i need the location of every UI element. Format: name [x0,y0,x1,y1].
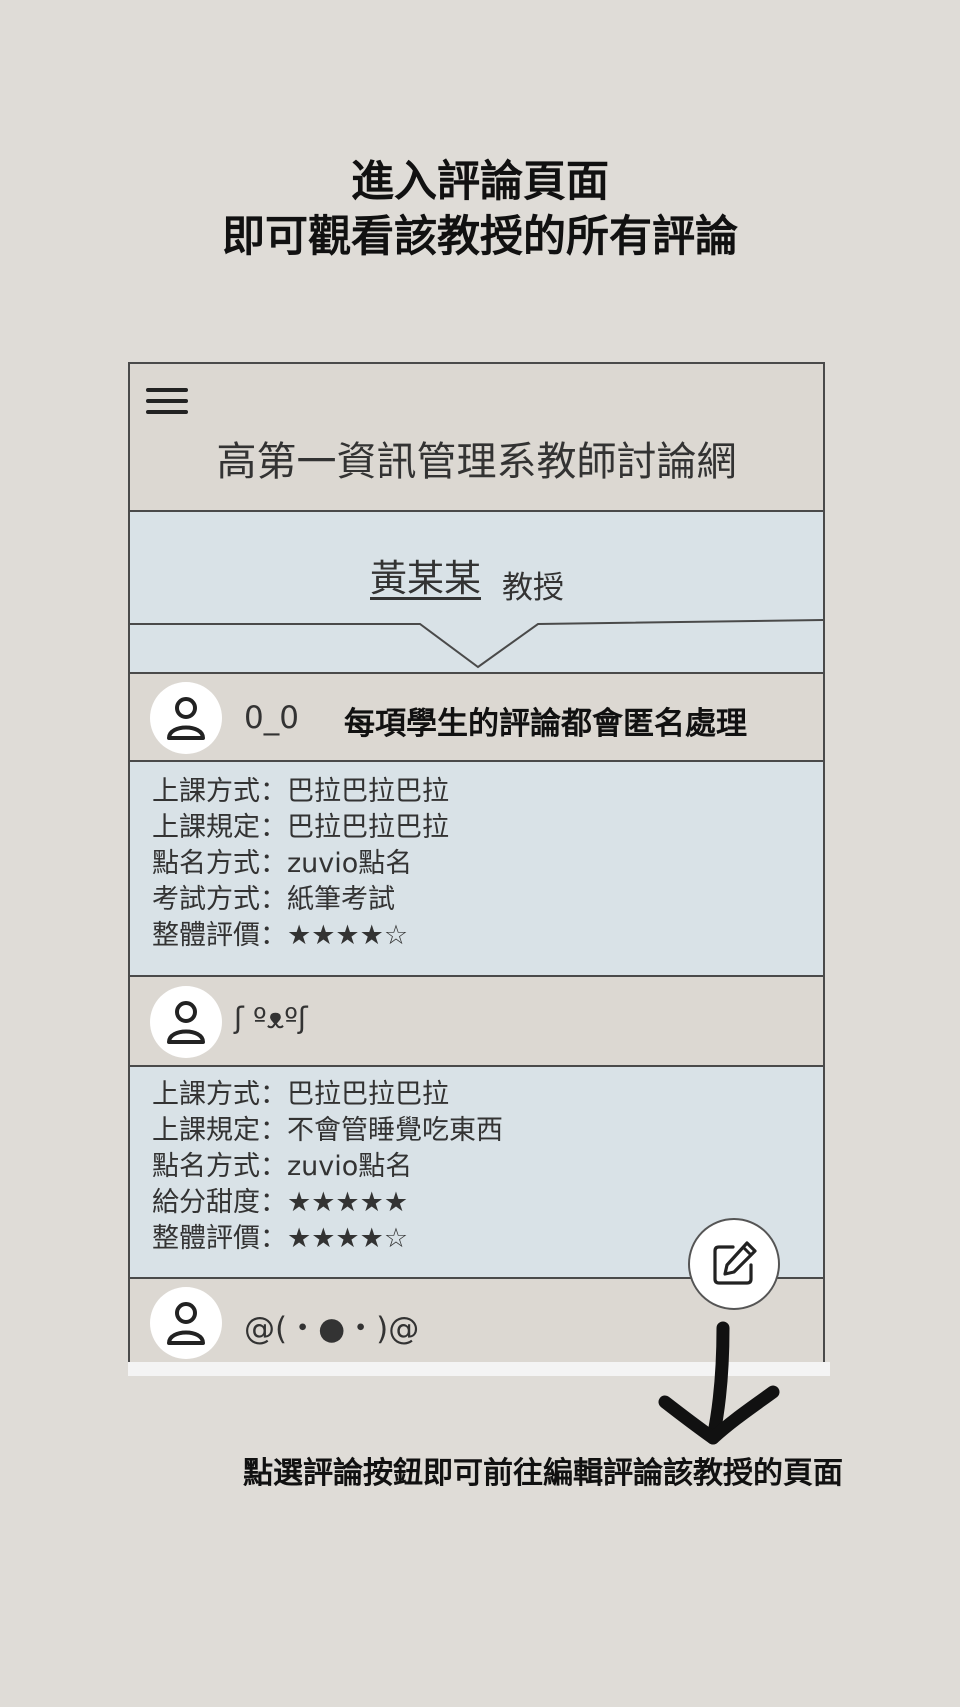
review-line: 上課規定：巴拉巴拉巴拉 [152,812,449,843]
review-line: 點名方式：zuvio點名 [152,848,413,879]
professor-title: 教授 [502,570,564,606]
edit-review-button[interactable] [688,1218,780,1310]
bottom-caption: 點選評論按鈕即可前往編輯評論該教授的頁面 [243,1456,843,1491]
user-avatar-icon [150,682,222,754]
review-line: 上課方式：巴拉巴拉巴拉 [152,1079,449,1110]
user-avatar-icon [150,1287,222,1359]
anonymous-note: 每項學生的評論都會匿名處理 [344,706,747,742]
review-body: 上課方式：巴拉巴拉巴拉 上課規定：巴拉巴拉巴拉 點名方式：zuvio點名 考試方… [130,762,823,977]
review-user-row: 0_0 每項學生的評論都會匿名處理 [130,674,823,762]
hamburger-menu-icon[interactable] [146,388,188,418]
review-line: 點名方式：zuvio點名 [152,1151,413,1182]
app-header: 高第一資訊管理系教師討論網 [130,364,823,512]
user-avatar-icon [150,986,222,1058]
page-heading: 進入評論頁面 即可觀看該教授的所有評論 [0,155,960,265]
review-username: @(・●・)@ [244,1311,420,1347]
edit-icon [713,1241,757,1285]
review-line: 考試方式：紙筆考試 [152,884,395,915]
professor-name-link[interactable]: 黃某某 [370,548,481,602]
heading-line-1: 進入評論頁面 [351,157,609,207]
review-username: 0_0 [244,700,299,736]
review-user-row: ʃ ºᴥºʃ [130,977,823,1067]
review-line: 上課方式：巴拉巴拉巴拉 [152,776,449,807]
heading-line-2: 即可觀看該教授的所有評論 [222,212,738,262]
review-sweetness-line: 給分甜度：★★★★★ [152,1187,409,1218]
review-line: 上課規定：不會管睡覺吃東西 [152,1115,503,1146]
pointer-arrow-icon [658,1321,780,1445]
app-mockup: 高第一資訊管理系教師討論網 黃某某 教授 0_0 每項學生的評論都會匿名處理 上… [128,362,825,1362]
professor-banner: 黃某某 教授 [130,512,823,674]
review-username: ʃ ºᴥºʃ [234,1001,308,1035]
app-title: 高第一資訊管理系教師討論網 [216,439,737,485]
review-rating-line: 整體評價：★★★★☆ [152,920,409,951]
